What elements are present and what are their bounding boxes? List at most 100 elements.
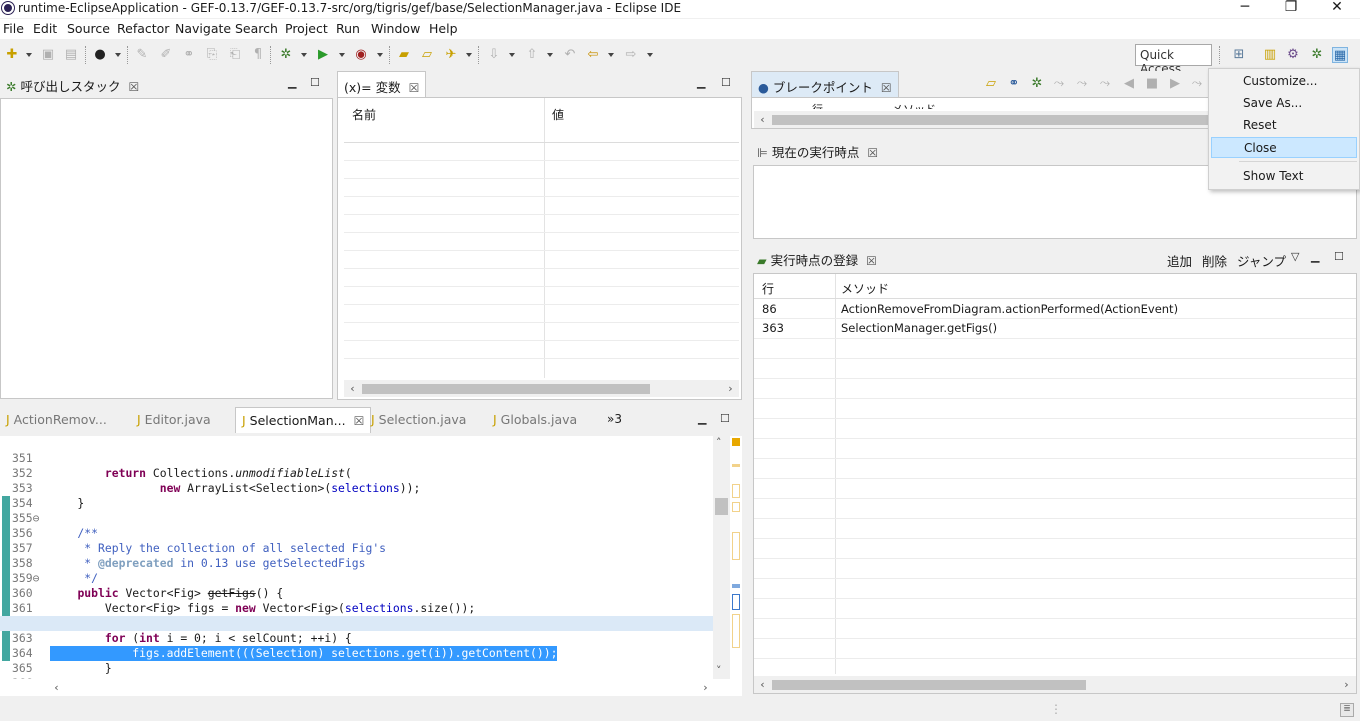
forward-dropdown-icon[interactable]	[647, 53, 653, 57]
back-dropdown-icon[interactable]	[608, 53, 614, 57]
tab-editor-2[interactable]: J Editor.java	[131, 407, 217, 433]
external-tools-icon[interactable]: ◉	[353, 47, 369, 63]
previous-annotation-icon[interactable]: ⇧	[524, 47, 540, 63]
run-dropdown-icon[interactable]	[339, 53, 345, 57]
table-row[interactable]: 86 ActionRemoveFromDiagram.actionPerform…	[754, 299, 1356, 318]
forward-icon[interactable]: ⇨	[623, 47, 639, 63]
menu-item-save-as[interactable]: Save As...	[1211, 93, 1357, 114]
new-dropdown-icon[interactable]	[26, 53, 32, 57]
paste-icon[interactable]: ⎗	[227, 47, 243, 63]
new-icon[interactable]: ✚	[4, 47, 20, 63]
tab-variables[interactable]: (x)= 変数 ☒	[337, 71, 427, 97]
close-icon[interactable]: ☒	[128, 80, 139, 94]
previous-annotation-dropdown-icon[interactable]	[547, 53, 553, 57]
minimize-icon[interactable]: ▁	[288, 76, 296, 89]
column-header-line[interactable]: 行	[762, 280, 774, 297]
minimize-icon[interactable]: ▁	[697, 76, 705, 89]
table-row[interactable]: 363 SelectionManager.getFigs()	[754, 319, 1356, 338]
open-folder-icon[interactable]: ▱	[419, 47, 435, 63]
menu-item-customize[interactable]: Customize...	[1211, 71, 1357, 92]
tab-editor-5[interactable]: J Globals.java	[487, 407, 583, 433]
restore-button[interactable]: ❐	[1268, 0, 1314, 18]
breakpoints-horizontal-scrollbar[interactable]: ‹	[754, 111, 1210, 128]
next-annotation-icon[interactable]: ⇩	[486, 47, 502, 63]
save-icon[interactable]: ▣	[40, 47, 56, 63]
menu-navigate[interactable]: Navigate	[175, 21, 231, 36]
search-dropdown-icon[interactable]	[466, 53, 472, 57]
add-button[interactable]: 追加	[1167, 251, 1192, 270]
quick-access-field[interactable]: Quick Access	[1135, 44, 1212, 76]
tab-editor-1[interactable]: J ActionRemov...	[0, 407, 113, 433]
back-icon[interactable]: ⇦	[585, 47, 601, 63]
external-tools-dropdown-icon[interactable]	[377, 53, 383, 57]
tab-registration[interactable]: ▰ 実行時点の登録 ☒	[751, 245, 883, 271]
tab-editor-4[interactable]: J Selection.java	[365, 407, 472, 433]
toggle-breakpoint-icon[interactable]: ✎	[134, 47, 150, 63]
close-icon[interactable]: ☒	[409, 81, 420, 95]
open-type-icon[interactable]: ▰	[396, 47, 412, 63]
step-icon[interactable]: ⤳	[1074, 76, 1090, 92]
tab-overflow-button[interactable]: »3	[607, 412, 622, 426]
menu-project[interactable]: Project	[285, 21, 328, 36]
editor-vertical-scrollbar[interactable]: ˄ ˅	[713, 436, 730, 679]
scroll-right-icon[interactable]: ›	[1338, 676, 1355, 693]
resume-icon[interactable]: ▶	[1167, 76, 1183, 92]
debug-icon[interactable]: ✲	[1029, 76, 1045, 92]
scroll-down-icon[interactable]: ˅	[716, 664, 722, 677]
menu-refactor[interactable]: Refactor	[117, 21, 169, 36]
close-icon[interactable]: ☒	[354, 414, 365, 428]
run-icon[interactable]: ▶	[315, 47, 331, 63]
tab-callstack[interactable]: ✲ 呼び出しスタック ☒	[0, 71, 145, 97]
menu-item-show-text[interactable]: Show Text	[1211, 166, 1357, 187]
scroll-right-icon[interactable]: ›	[697, 679, 714, 696]
scroll-thumb[interactable]	[362, 384, 650, 394]
callstack-view[interactable]	[0, 98, 333, 399]
scroll-thumb[interactable]	[772, 680, 1086, 690]
scroll-left-icon[interactable]: ‹	[48, 679, 65, 696]
menu-item-close[interactable]: Close	[1211, 137, 1357, 158]
skip-icon[interactable]: ⤳	[1051, 76, 1067, 92]
java-perspective-icon[interactable]: ▥	[1262, 47, 1278, 63]
debug-dropdown-icon[interactable]	[301, 53, 307, 57]
debug-perspective-icon[interactable]: ✲	[1309, 47, 1325, 63]
minimize-icon[interactable]: ▁	[1311, 250, 1319, 263]
search-icon[interactable]: ✈	[443, 47, 459, 63]
next-annotation-dropdown-icon[interactable]	[509, 53, 515, 57]
link-icon[interactable]: ⚭	[181, 47, 197, 63]
open-icon[interactable]: ▱	[983, 76, 999, 92]
menu-edit[interactable]: Edit	[33, 21, 57, 36]
step-into-icon[interactable]: ⤳	[1189, 76, 1205, 92]
maximize-icon[interactable]: ☐	[310, 76, 320, 89]
maximize-icon[interactable]: ☐	[721, 76, 731, 89]
editor-horizontal-scrollbar[interactable]: ‹ ›	[0, 679, 742, 696]
menu-run[interactable]: Run	[336, 21, 360, 36]
team-perspective-icon[interactable]: ⚙	[1285, 47, 1301, 63]
column-header-method[interactable]: メソッド	[892, 101, 936, 109]
menu-file[interactable]: File	[3, 21, 24, 36]
close-icon[interactable]: ☒	[866, 254, 877, 268]
column-header-name[interactable]: 名前	[352, 106, 376, 123]
column-header-value[interactable]: 値	[552, 106, 564, 123]
close-window-button[interactable]: ✕	[1314, 0, 1360, 18]
close-icon[interactable]: ☒	[881, 81, 892, 95]
code-editor[interactable]: 351 return Collections.unmodifiableList(…	[0, 436, 713, 679]
stop-icon[interactable]: ■	[1144, 76, 1160, 92]
overview-ruler[interactable]	[730, 436, 742, 679]
copy-icon[interactable]: ⎘	[204, 47, 220, 63]
close-icon[interactable]: ☒	[867, 146, 878, 160]
maximize-icon[interactable]: ☐	[1334, 250, 1344, 263]
tab-current-point[interactable]: ⊫ 現在の実行時点 ☒	[751, 137, 884, 163]
debug-icon[interactable]: ✲	[278, 47, 294, 63]
step-back-icon[interactable]: ◀	[1121, 76, 1137, 92]
view-menu-icon[interactable]: ▽	[1291, 250, 1299, 263]
connect-icon[interactable]: ⚭	[1006, 76, 1022, 92]
scroll-thumb[interactable]	[772, 115, 1210, 125]
scroll-thumb[interactable]	[715, 498, 728, 515]
column-header-line[interactable]: 行	[812, 101, 823, 109]
column-header-method[interactable]: メソッド	[841, 280, 889, 297]
menu-source[interactable]: Source	[67, 21, 110, 36]
open-perspective-icon[interactable]: ⊞	[1231, 47, 1247, 63]
scroll-up-icon[interactable]: ˄	[716, 436, 722, 449]
save-all-icon[interactable]: ▤	[63, 47, 79, 63]
maximize-icon[interactable]: ☐	[720, 412, 730, 425]
